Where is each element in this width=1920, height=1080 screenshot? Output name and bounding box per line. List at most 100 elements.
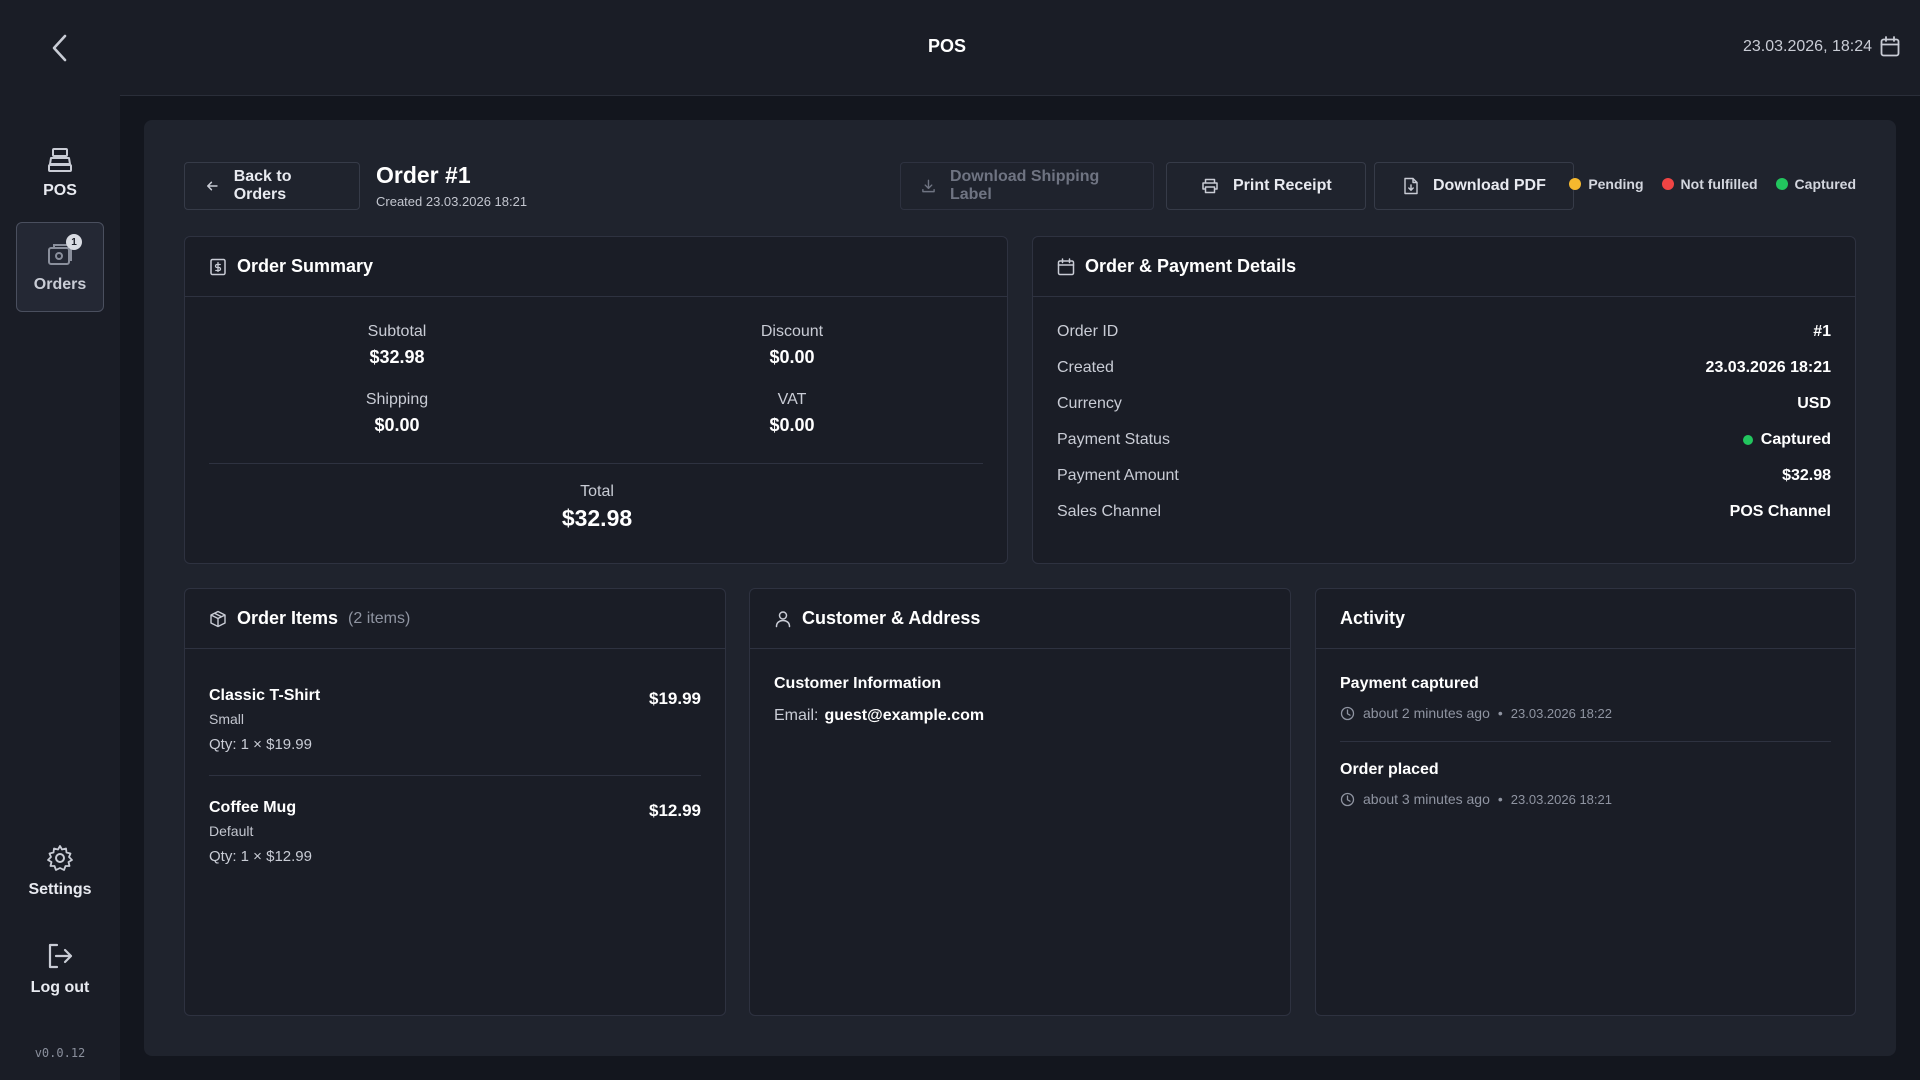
subtotal-label: Subtotal (367, 323, 427, 340)
back-to-orders-button[interactable]: Back to Orders (184, 162, 360, 210)
item-divider (209, 775, 701, 776)
summary-discount: Discount $0.00 (692, 323, 892, 368)
customer-address-card: Customer & Address Customer Information … (749, 588, 1291, 1016)
download-pdf-label: Download PDF (1433, 177, 1546, 194)
detail-value: 23.03.2026 18:21 (1705, 359, 1831, 376)
detail-key: Payment Status (1057, 431, 1170, 448)
event-meta: about 2 minutes ago • 23.03.2026 18:22 (1340, 705, 1831, 721)
status-label: Not fulfilled (1680, 176, 1758, 192)
detail-key: Created (1057, 359, 1114, 376)
order-summary-header: Order Summary (185, 237, 1007, 297)
download-shipping-label-text: Download Shipping Label (949, 168, 1100, 203)
nav-item-settings[interactable]: Settings (16, 826, 104, 916)
detail-row-created: Created 23.03.2026 18:21 (1057, 359, 1831, 377)
summary-vat: VAT $0.00 (692, 391, 892, 436)
shipping-label: Shipping (365, 391, 429, 408)
activity-event: Payment captured about 2 minutes ago • 2… (1340, 675, 1831, 721)
order-items-card: Order Items (2 items) Classic T-Shirt Sm… (184, 588, 726, 1016)
orders-icon-wrap: 1 (46, 234, 82, 268)
nav-item-logout[interactable]: Log out (16, 924, 104, 1014)
vat-label: VAT (777, 391, 807, 408)
detail-row-payment-amount: Payment Amount $32.98 (1057, 467, 1831, 485)
calendar-icon (1880, 36, 1900, 57)
activity-divider (1340, 741, 1831, 742)
nav-item-orders[interactable]: 1 Orders (16, 222, 104, 312)
captured-dot (1742, 435, 1753, 445)
event-time: 23.03.2026 18:21 (1510, 791, 1612, 807)
print-receipt-label: Print Receipt (1233, 177, 1332, 194)
detail-value: #1 (1813, 323, 1831, 340)
customer-title: Customer & Address (802, 608, 981, 628)
list-item[interactable]: Coffee Mug Default Qty: 1 × $12.99 $12.9… (209, 799, 701, 865)
order-header: Back to Orders Order #1 Created 23.03.20… (184, 162, 1856, 210)
download-shipping-label-button[interactable]: Download Shipping Label (900, 162, 1154, 210)
nav-label-logout: Log out (30, 979, 90, 996)
clock-icon (1340, 706, 1355, 720)
calendar-icon (1057, 257, 1075, 275)
order-summary-title: Order Summary (237, 256, 374, 276)
detail-row-payment-status: Payment Status Captured (1057, 431, 1831, 449)
subtotal-value: $32.98 (369, 347, 425, 367)
download-pdf-button[interactable]: Download PDF (1374, 162, 1574, 210)
summary-total: Total $32.98 (497, 483, 697, 532)
sidebar: POS 1 Orders Settings Log out v0.0.12 (0, 0, 120, 1080)
discount-label: Discount (760, 323, 824, 340)
details-header: Order & Payment Details (1033, 237, 1855, 297)
detail-row-order-id: Order ID #1 (1057, 323, 1831, 341)
nav-item-pos[interactable]: POS (16, 128, 104, 218)
item-variant: Small (209, 711, 245, 727)
status-captured: Captured (1775, 176, 1856, 192)
status-label: Captured (1794, 176, 1856, 192)
app-version: v0.0.12 (34, 1046, 86, 1060)
event-title: Payment captured (1340, 675, 1479, 692)
item-price: $12.99 (649, 801, 701, 820)
event-ago: about 3 minutes ago (1363, 791, 1490, 807)
email-label: Email: (774, 707, 819, 724)
vat-value: $0.00 (769, 415, 815, 435)
status-dot (1661, 178, 1674, 190)
detail-value: $32.98 (1782, 467, 1831, 484)
logout-icon (48, 943, 73, 969)
current-datetime: 23.03.2026, 18:24 (1742, 38, 1872, 55)
printer-icon (1202, 178, 1218, 194)
order-title: Order #1 (376, 162, 471, 188)
order-summary-card: Order Summary Subtotal $32.98 Discount $… (184, 236, 1008, 564)
list-item[interactable]: Classic T-Shirt Small Qty: 1 × $19.99 $1… (209, 687, 701, 753)
total-label: Total (580, 483, 614, 500)
detail-value: POS Channel (1729, 503, 1831, 520)
status-pending: Pending (1569, 176, 1644, 192)
detail-value: Captured (1760, 431, 1831, 448)
detail-value: USD (1797, 395, 1831, 412)
order-status-list: Pending Not fulfilled Captured (1569, 176, 1856, 192)
activity-header: Activity (1316, 589, 1855, 649)
status-dot (1775, 178, 1788, 190)
customer-email-row: Email: guest@example.com (774, 707, 984, 725)
item-qty: Qty: 1 × $12.99 (209, 848, 312, 865)
order-items-title: Order Items (237, 608, 339, 628)
detail-key: Sales Channel (1057, 503, 1162, 520)
payment-status-value: Captured (1742, 431, 1831, 449)
order-created: Created 23.03.2026 18:21 (376, 194, 528, 209)
orders-badge: 1 (66, 234, 82, 250)
summary-divider (209, 463, 983, 464)
nav-label-settings: Settings (28, 881, 92, 898)
customer-info-heading: Customer Information (774, 675, 942, 692)
bullet-separator: • (1497, 791, 1503, 807)
activity-event: Order placed about 3 minutes ago • 23.03… (1340, 761, 1831, 807)
back-button[interactable] (40, 30, 80, 66)
activity-title: Activity (1340, 608, 1406, 628)
print-receipt-button[interactable]: Print Receipt (1166, 162, 1366, 210)
back-to-orders-label: Back to Orders (233, 168, 292, 203)
date-picker[interactable]: 23.03.2026, 18:24 (1743, 36, 1900, 58)
event-ago: about 2 minutes ago (1363, 705, 1490, 721)
item-name: Classic T-Shirt (209, 687, 321, 704)
customer-header: Customer & Address (750, 589, 1290, 649)
event-meta: about 3 minutes ago • 23.03.2026 18:21 (1340, 791, 1831, 807)
register-icon (48, 148, 72, 172)
customer-email[interactable]: guest@example.com (824, 707, 984, 725)
item-qty: Qty: 1 × $19.99 (209, 736, 312, 753)
detail-key: Payment Amount (1057, 467, 1179, 484)
chevron-left-icon (52, 34, 67, 62)
bullet-separator: • (1497, 705, 1503, 721)
arrow-left-icon (207, 181, 218, 191)
